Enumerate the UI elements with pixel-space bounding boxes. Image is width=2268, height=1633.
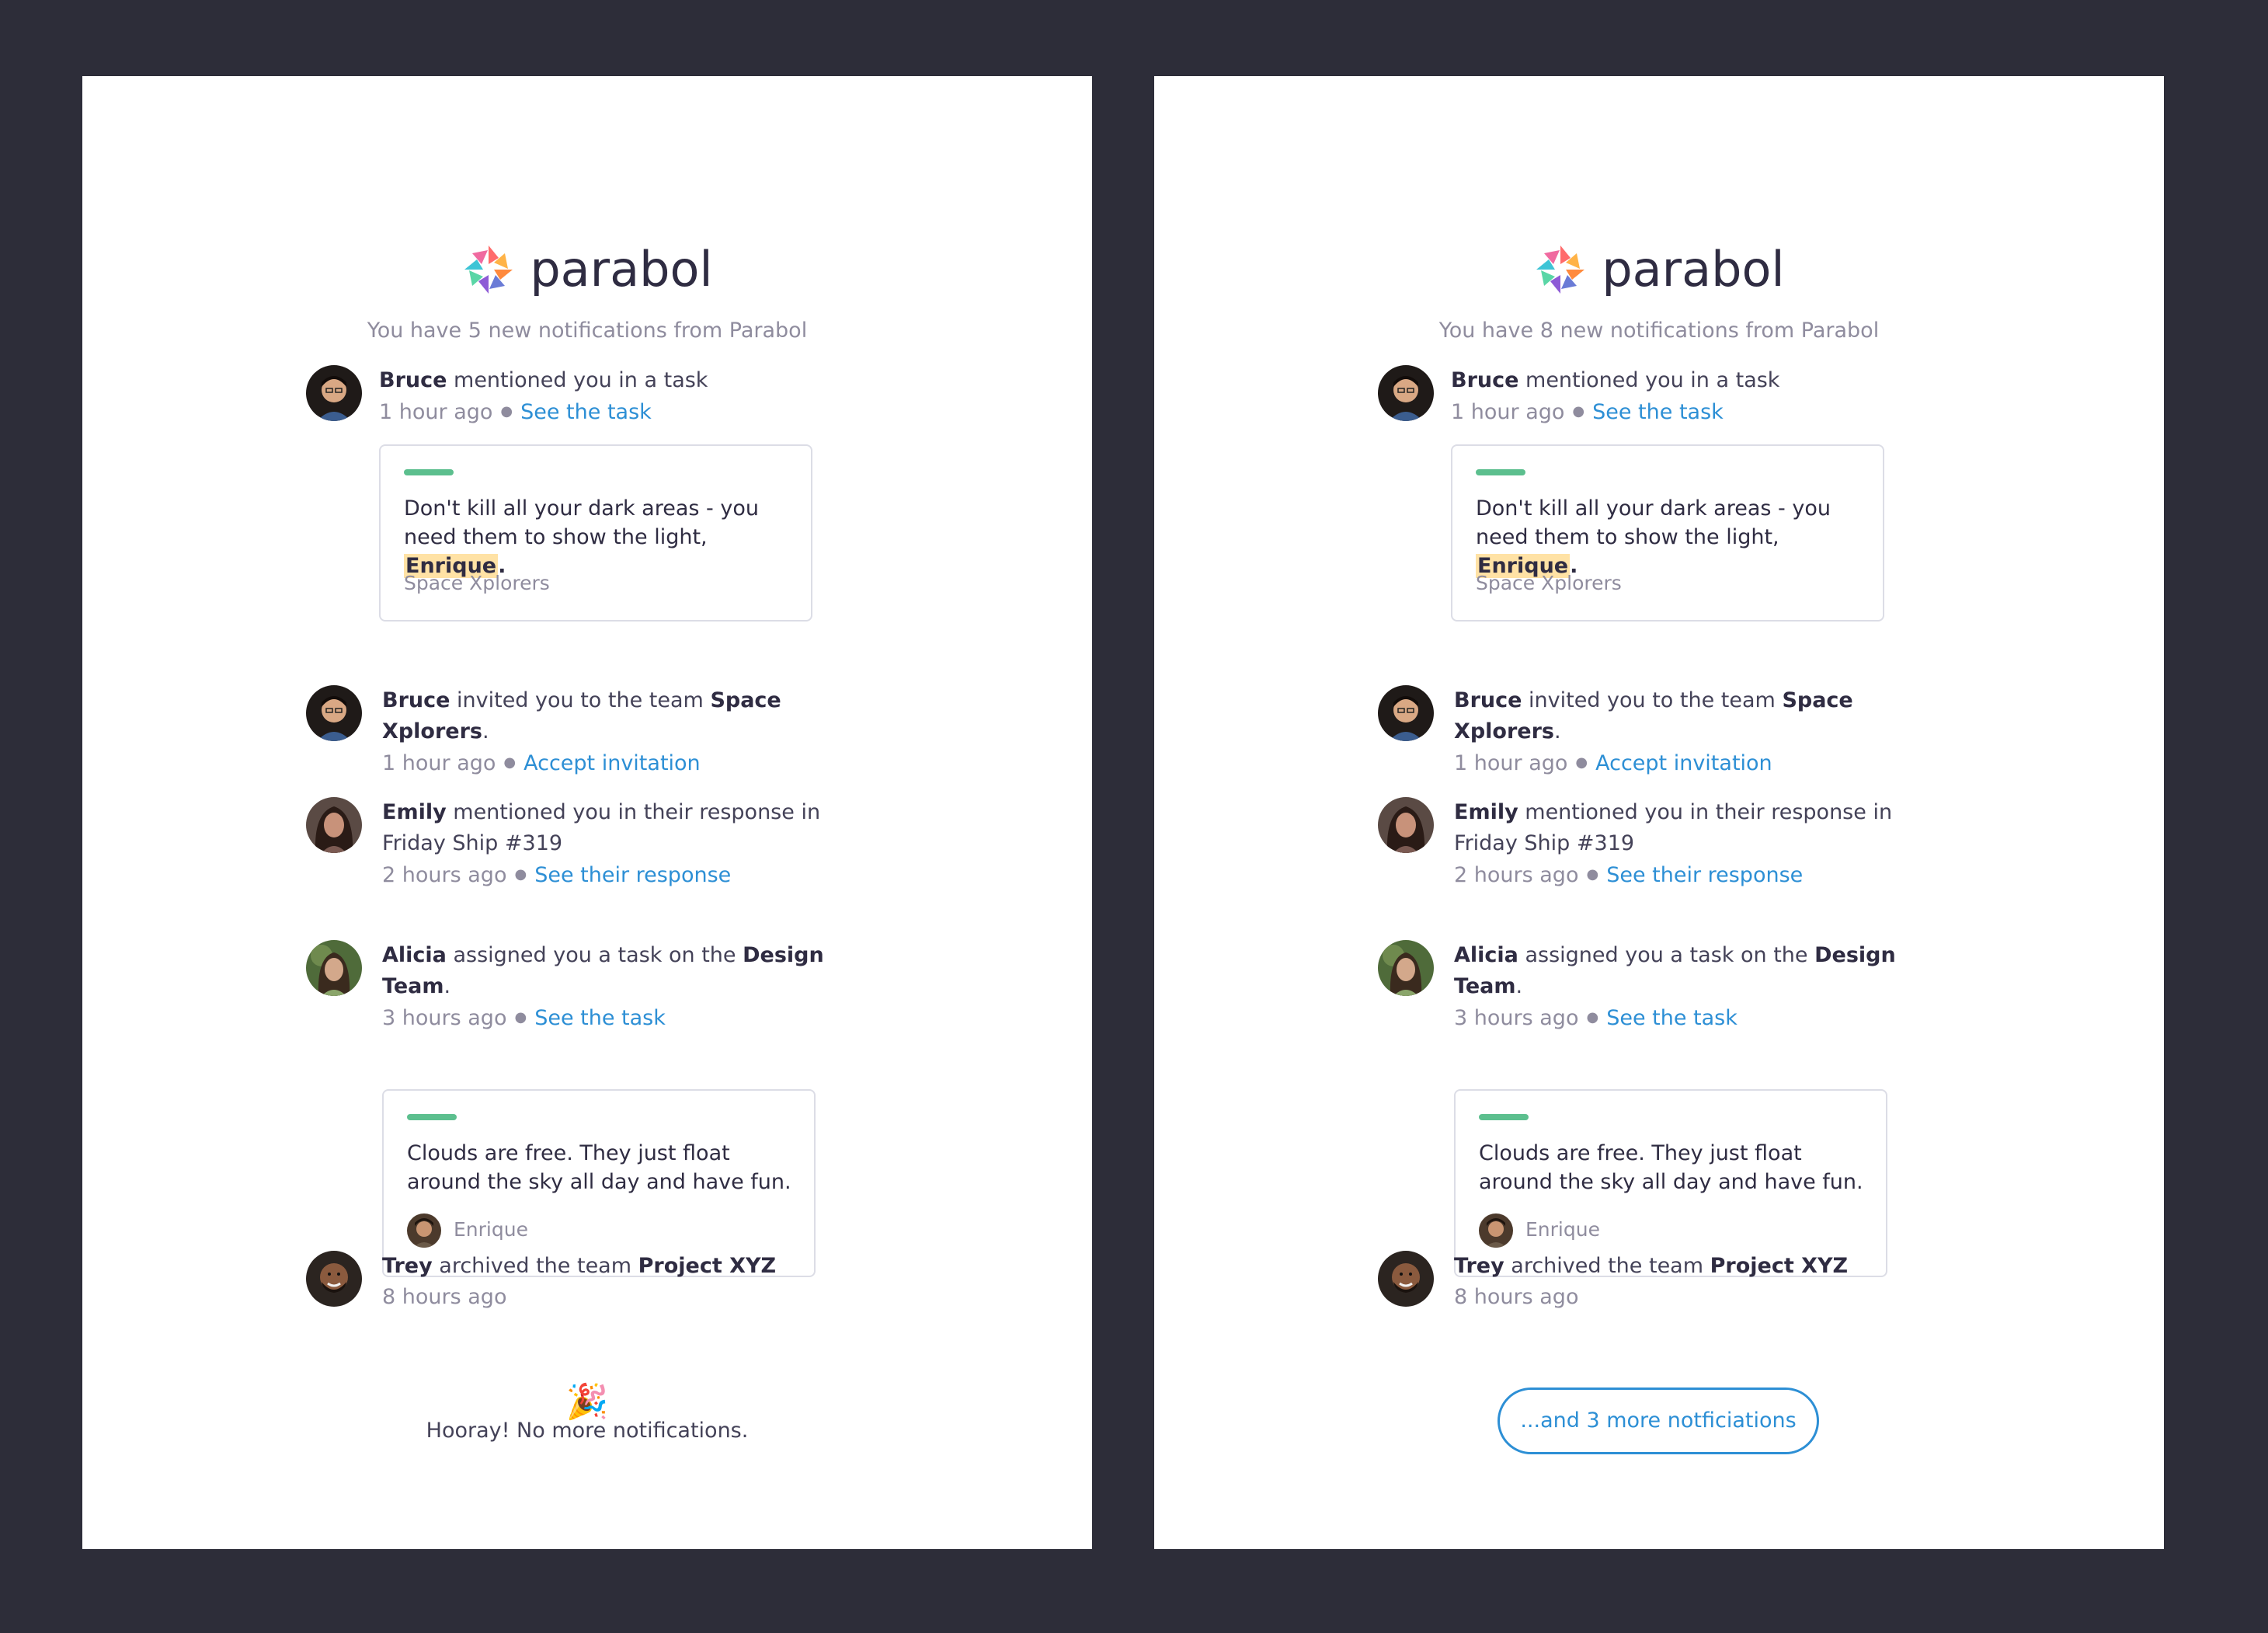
actor-name: Bruce: [379, 368, 447, 392]
see-response-link[interactable]: See their response: [534, 863, 731, 887]
parabol-logo-icon: [464, 245, 513, 294]
task-team-name: Space Xplorers: [404, 572, 550, 594]
assignee-name: Enrique: [1525, 1218, 1600, 1241]
timestamp: 1 hour ago: [382, 751, 496, 775]
timestamp: 2 hours ago: [1454, 863, 1579, 887]
actor-name: Emily: [1454, 800, 1518, 824]
separator-dot: ●: [1586, 866, 1599, 883]
parabol-logo: parabol: [1154, 241, 2164, 300]
more-notifications-button[interactable]: ...and 3 more notficiations: [1498, 1388, 1819, 1454]
timestamp: 8 hours ago: [382, 1285, 507, 1309]
task-card[interactable]: Clouds are free. They just float around …: [382, 1089, 816, 1277]
timestamp: 3 hours ago: [382, 1006, 507, 1030]
avatar-bruce: [306, 685, 362, 741]
task-team-name: Space Xplorers: [1476, 572, 1622, 594]
timestamp: 8 hours ago: [1454, 1285, 1579, 1309]
task-status-bar: [404, 469, 454, 475]
team-name: Project XYZ: [1710, 1254, 1849, 1278]
task-assignee: Enrique: [1479, 1213, 1600, 1248]
timestamp: 1 hour ago: [1454, 751, 1568, 775]
brand-name: parabol: [1602, 241, 1785, 298]
timestamp: 3 hours ago: [1454, 1006, 1579, 1030]
actor-name: Trey: [1454, 1254, 1504, 1278]
avatar-bruce: [1378, 685, 1434, 741]
see-task-link[interactable]: See the task: [534, 1006, 666, 1030]
avatar-emily: [1378, 797, 1434, 853]
party-popper-icon: 🎉: [565, 1382, 609, 1422]
accept-invitation-link[interactable]: Accept invitation: [524, 751, 701, 775]
team-name: Project XYZ: [638, 1254, 777, 1278]
actor-name: Bruce: [382, 688, 450, 712]
actor-name: Bruce: [1451, 368, 1519, 392]
task-text: Don't kill all your dark areas - you nee…: [1476, 496, 1831, 578]
separator-dot: ●: [1575, 754, 1588, 771]
task-card[interactable]: Don't kill all your dark areas - you nee…: [1451, 444, 1884, 622]
parabol-logo: parabol: [82, 241, 1092, 300]
task-text: Clouds are free. They just float around …: [1479, 1141, 1863, 1194]
avatar-trey: [306, 1251, 362, 1307]
separator-dot: ●: [500, 403, 513, 420]
task-status-bar: [407, 1114, 457, 1120]
task-card[interactable]: Clouds are free. They just float around …: [1454, 1089, 1887, 1277]
brand-name: parabol: [530, 241, 713, 298]
separator-dot: ●: [514, 1009, 527, 1025]
see-task-link[interactable]: See the task: [1592, 400, 1724, 424]
task-card[interactable]: Don't kill all your dark areas - you nee…: [379, 444, 812, 622]
timestamp: 1 hour ago: [379, 400, 493, 424]
separator-dot: ●: [514, 866, 527, 883]
separator-dot: ●: [1572, 403, 1585, 420]
timestamp: 2 hours ago: [382, 863, 507, 887]
avatar-enrique: [1479, 1213, 1513, 1248]
see-task-link[interactable]: See the task: [1606, 1006, 1738, 1030]
task-assignee: Enrique: [407, 1213, 528, 1248]
assignee-name: Enrique: [454, 1218, 528, 1241]
avatar-alicia: [306, 940, 362, 996]
avatar-emily: [306, 797, 362, 853]
avatar-bruce: [1378, 365, 1434, 421]
actor-name: Emily: [382, 800, 447, 824]
see-response-link[interactable]: See their response: [1606, 863, 1803, 887]
email-panel-left: parabol You have 5 new notifications fro…: [82, 76, 1092, 1549]
actor-name: Alicia: [382, 943, 447, 967]
timestamp: 1 hour ago: [1451, 400, 1565, 424]
subtitle: You have 8 new notifications from Parabo…: [1438, 319, 1880, 343]
actor-name: Trey: [382, 1254, 433, 1278]
accept-invitation-link[interactable]: Accept invitation: [1595, 751, 1772, 775]
task-text: Don't kill all your dark areas - you nee…: [404, 496, 759, 578]
task-status-bar: [1479, 1114, 1529, 1120]
subtitle: You have 5 new notifications from Parabo…: [367, 319, 808, 343]
task-status-bar: [1476, 469, 1525, 475]
avatar-bruce: [306, 365, 362, 421]
avatar-alicia: [1378, 940, 1434, 996]
avatar-enrique: [407, 1213, 441, 1248]
see-task-link[interactable]: See the task: [520, 400, 652, 424]
separator-dot: ●: [503, 754, 517, 771]
actor-name: Bruce: [1454, 688, 1522, 712]
task-text: Clouds are free. They just float around …: [407, 1141, 791, 1194]
email-panel-right: parabol You have 8 new notifications fro…: [1154, 76, 2164, 1549]
parabol-logo-icon: [1536, 245, 1585, 294]
notification-text: mentioned you in a task: [447, 368, 708, 392]
actor-name: Alicia: [1454, 943, 1518, 967]
separator-dot: ●: [1586, 1009, 1599, 1025]
avatar-trey: [1378, 1251, 1434, 1307]
no-more-notifications-text: Hooray! No more notifications.: [426, 1419, 749, 1443]
